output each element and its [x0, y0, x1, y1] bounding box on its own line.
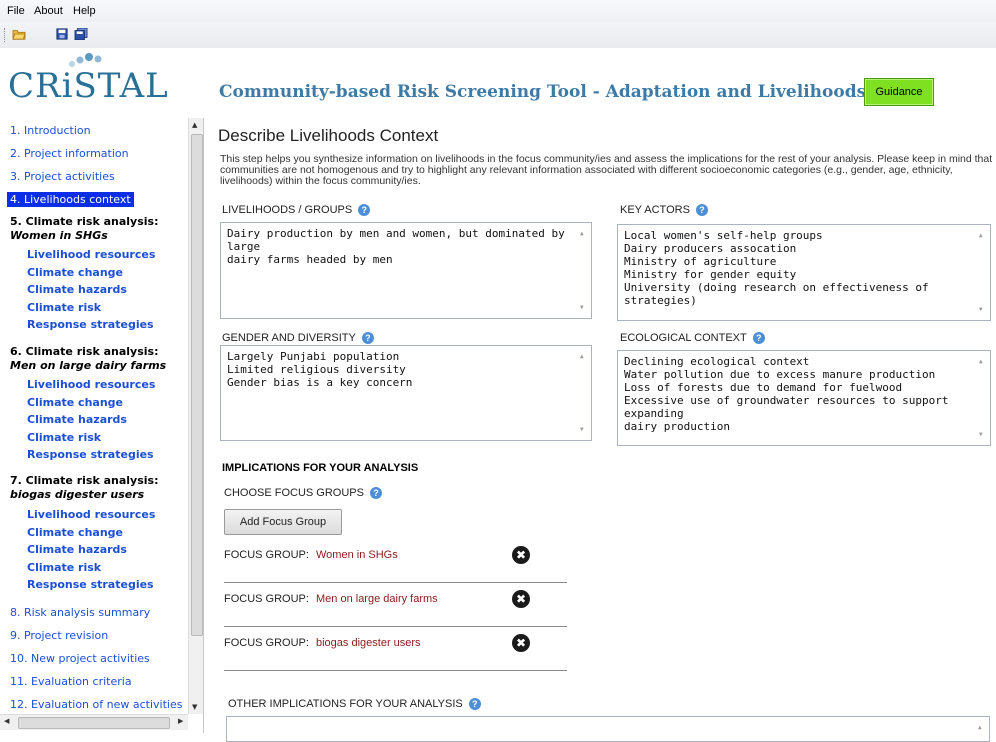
save-icon[interactable] — [55, 28, 69, 40]
focus-group-key: FOCUS GROUP: — [224, 593, 309, 605]
sidebar-item-livelihoods-context[interactable]: 4. Livelihoods context — [7, 192, 134, 207]
focus-group-value: biogas digester users — [316, 637, 421, 649]
sidebar-link-climate-change[interactable]: Climate change — [27, 396, 123, 409]
add-focus-group-button[interactable]: Add Focus Group — [224, 509, 342, 535]
guidance-button[interactable]: Guidance — [864, 78, 934, 106]
sidebar-link-response-strategies[interactable]: Response strategies — [27, 578, 154, 591]
sidebar-link-climate-hazards[interactable]: Climate hazards — [27, 283, 127, 296]
livelihoods-label: LIVELIHOODS / GROUPS? — [222, 204, 371, 217]
menu-help[interactable]: Help — [73, 5, 96, 17]
help-icon[interactable]: ? — [468, 698, 481, 711]
sidebar-group-heading[interactable]: 6. Climate risk analysis: — [10, 345, 158, 359]
focus-group-row: FOCUS GROUP: biogas digester users ✖ — [224, 626, 567, 671]
scrollbar-thumb[interactable] — [191, 134, 203, 636]
scroll-down-icon[interactable]: ▼ — [580, 423, 584, 436]
key-actors-textarea[interactable]: Local women's self-help groups Dairy pro… — [617, 224, 991, 321]
ecological-context-label: ECOLOGICAL CONTEXT? — [620, 332, 765, 345]
livelihoods-textarea[interactable]: Dairy production by men and women, but d… — [220, 222, 592, 319]
main-content: Describe Livelihoods Context This step h… — [204, 118, 996, 742]
sidebar-item-new-project-activities[interactable]: 10. New project activities — [10, 652, 150, 665]
scroll-down-icon[interactable]: ▼ — [979, 428, 983, 441]
help-icon[interactable]: ? — [358, 204, 371, 217]
app-title: Community-based Risk Screening Tool - Ad… — [219, 82, 867, 102]
focus-group-value: Women in SHGs — [316, 549, 398, 561]
menu-bar: File About Help — [0, 0, 996, 22]
sidebar-item-risk-analysis-summary[interactable]: 8. Risk analysis summary — [10, 606, 150, 619]
toolbar — [0, 22, 996, 48]
sidebar-link-climate-change[interactable]: Climate change — [27, 526, 123, 539]
step-description: This step helps you synthesize informati… — [220, 153, 993, 187]
sidebar-link-livelihood-resources[interactable]: Livelihood resources — [27, 248, 155, 261]
scroll-up-icon[interactable]: ▲ — [580, 350, 584, 363]
sidebar-group-subtitle: biogas digester users — [10, 488, 145, 501]
sidebar-group-subtitle: Men on large dairy farms — [10, 359, 167, 372]
focus-group-key: FOCUS GROUP: — [224, 637, 309, 649]
sidebar-link-climate-hazards[interactable]: Climate hazards — [27, 413, 127, 426]
menu-about[interactable]: About — [34, 5, 63, 17]
sidebar-link-climate-change[interactable]: Climate change — [27, 266, 123, 279]
scroll-left-icon[interactable]: ◀ — [4, 717, 9, 725]
help-icon[interactable]: ? — [369, 487, 382, 500]
sidebar-item-project-information[interactable]: 2. Project information — [10, 147, 129, 160]
sidebar-link-response-strategies[interactable]: Response strategies — [27, 448, 154, 461]
toolbar-grip — [4, 28, 7, 42]
focus-group-row: FOCUS GROUP: Men on large dairy farms ✖ — [224, 582, 567, 627]
scroll-up-icon[interactable]: ▲ — [192, 121, 197, 129]
menu-file[interactable]: File — [7, 5, 25, 17]
scrollbar-thumb[interactable] — [18, 717, 170, 729]
gender-diversity-textarea[interactable]: Largely Punjabi population Limited relig… — [220, 345, 592, 441]
sidebar-item-introduction[interactable]: 1. Introduction — [10, 124, 91, 137]
sidebar-link-climate-hazards[interactable]: Climate hazards — [27, 543, 127, 556]
sidebar-link-climate-risk[interactable]: Climate risk — [27, 431, 101, 444]
sidebar-item-project-revision[interactable]: 9. Project revision — [10, 629, 108, 642]
sidebar-group-heading[interactable]: 7. Climate risk analysis: — [10, 474, 158, 488]
choose-focus-groups-label: CHOOSE FOCUS GROUPS? — [224, 487, 382, 500]
sidebar-link-climate-risk[interactable]: Climate risk — [27, 561, 101, 574]
key-actors-label: KEY ACTORS? — [620, 204, 708, 217]
sidebar-link-response-strategies[interactable]: Response strategies — [27, 318, 154, 331]
help-icon[interactable]: ? — [361, 332, 374, 345]
sidebar-item-evaluation-new-activities[interactable]: 12. Evaluation of new activities — [10, 698, 182, 711]
cristal-logo: CRiSTAL — [8, 52, 188, 112]
sidebar-link-livelihood-resources[interactable]: Livelihood resources — [27, 378, 155, 391]
focus-group-key: FOCUS GROUP: — [224, 549, 309, 561]
sidebar-link-climate-risk[interactable]: Climate risk — [27, 301, 101, 314]
ecological-context-textarea[interactable]: Declining ecological context Water pollu… — [617, 350, 991, 446]
open-folder-icon[interactable] — [12, 28, 26, 40]
sidebar-group-heading[interactable]: 5. Climate risk analysis: — [10, 215, 158, 229]
scroll-up-icon[interactable]: ▲ — [979, 355, 983, 368]
focus-group-row: FOCUS GROUP: Women in SHGs ✖ — [224, 538, 567, 583]
help-icon[interactable]: ? — [695, 204, 708, 217]
other-implications-label: OTHER IMPLICATIONS FOR YOUR ANALYSIS? — [228, 698, 481, 711]
scroll-up-icon[interactable]: ▲ — [978, 721, 982, 734]
implications-heading: IMPLICATIONS FOR YOUR ANALYSIS — [222, 462, 419, 474]
scroll-right-icon[interactable]: ▶ — [178, 717, 183, 725]
sidebar-item-evaluation-criteria[interactable]: 11. Evaluation criteria — [10, 675, 132, 688]
remove-focus-group-icon[interactable]: ✖ — [512, 634, 530, 652]
sidebar-item-project-activities[interactable]: 3. Project activities — [10, 170, 115, 183]
remove-focus-group-icon[interactable]: ✖ — [512, 546, 530, 564]
sidebar-nav: 1. Introduction 2. Project information 3… — [0, 118, 188, 714]
focus-group-value: Men on large dairy farms — [316, 593, 438, 605]
page-title: Describe Livelihoods Context — [218, 126, 439, 145]
remove-focus-group-icon[interactable]: ✖ — [512, 590, 530, 608]
sidebar-link-livelihood-resources[interactable]: Livelihood resources — [27, 508, 155, 521]
other-implications-textarea[interactable]: ▲ — [226, 716, 990, 742]
scroll-up-icon[interactable]: ▲ — [580, 227, 584, 240]
scroll-down-icon[interactable]: ▼ — [580, 301, 584, 314]
save-all-icon[interactable] — [74, 28, 88, 40]
scroll-down-icon[interactable]: ▼ — [192, 703, 197, 711]
scroll-down-icon[interactable]: ▼ — [979, 303, 983, 316]
sidebar-vertical-scrollbar[interactable]: ▲ ▼ — [188, 118, 204, 714]
sidebar-group-subtitle: Women in SHGs — [10, 229, 108, 242]
scroll-up-icon[interactable]: ▲ — [979, 229, 983, 242]
sidebar-horizontal-scrollbar[interactable]: ◀ ▶ — [0, 714, 188, 730]
help-icon[interactable]: ? — [752, 332, 765, 345]
gender-diversity-label: GENDER AND DIVERSITY? — [222, 332, 374, 345]
logo-text: CRiSTAL — [8, 66, 169, 106]
